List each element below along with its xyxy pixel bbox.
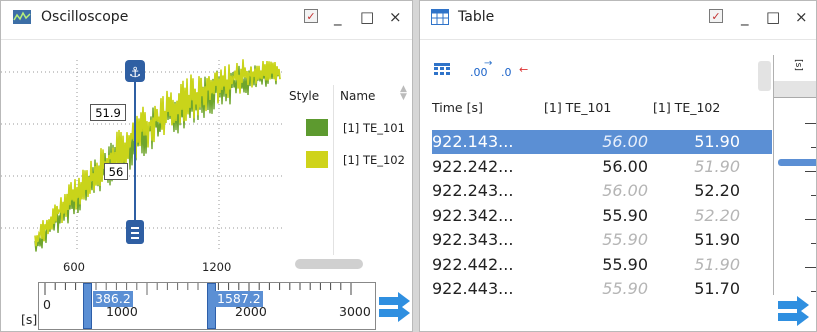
table-row[interactable]: 922.343... 55.90 51.90 <box>432 228 772 252</box>
x-tick-1200: 1200 <box>202 260 232 274</box>
cell-te102: 52.20 <box>694 181 740 200</box>
col-header-te101[interactable]: [1] TE_101 <box>544 100 611 115</box>
cursor-value-te101: 51.9 <box>90 104 126 121</box>
cell-te102: 51.90 <box>694 254 740 274</box>
cell-te101: 56.00 <box>602 132 648 151</box>
gauge-header <box>774 81 816 98</box>
overview-marker-left: 386.2 <box>93 291 133 307</box>
legend-label-te102: [1] TE_102 <box>343 153 405 167</box>
scroll-right-arrows-icon[interactable] <box>378 290 412 324</box>
oscilloscope-plot[interactable]: ⚓ <box>1 40 283 258</box>
table-row[interactable]: 922.242... 56.00 51.90 <box>432 155 772 179</box>
legend-name-header: Name <box>340 89 376 103</box>
svg-text:⚓: ⚓ <box>129 65 142 81</box>
legend-swatch-te102 <box>306 151 328 168</box>
close-button[interactable]: × <box>389 7 402 27</box>
x-tick-600: 600 <box>63 260 85 274</box>
cell-time: 922.443... <box>432 279 514 298</box>
overview-unit: [s] <box>21 312 38 327</box>
table-scroll-arrows-icon[interactable] <box>777 294 811 328</box>
cell-te101: 55.90 <box>602 279 648 298</box>
oscilloscope-icon <box>13 10 31 24</box>
signal-trace <box>34 59 281 252</box>
table-row[interactable]: 922.443... 55.90 51.70 <box>432 277 772 301</box>
table-row[interactable]: 922.342... 55.90 52.20 <box>432 204 772 228</box>
legend-swatch-te101 <box>306 119 328 136</box>
increase-decimals-arrow-icon: → <box>484 58 493 69</box>
cursor-value-te102: 56 <box>104 163 128 180</box>
legend-divider <box>333 85 334 255</box>
gauge-unit: [s] <box>792 59 803 71</box>
cell-te101: 55.90 <box>602 230 648 249</box>
table-maximize-button[interactable]: □ <box>766 7 780 27</box>
legend-style-header: Style <box>289 89 320 103</box>
time-gauge[interactable]: [s] <box>773 55 816 295</box>
table-titlebar: Table ✓ _ □ × <box>420 1 816 40</box>
oscilloscope-panel: Oscilloscope ✓ _ □ × ⚓ 51.9 56 Style Nam… <box>0 0 413 332</box>
cell-te102: 51.90 <box>694 230 740 249</box>
table-title: Table <box>458 9 495 25</box>
oscilloscope-titlebar: Oscilloscope ✓ _ □ × <box>1 1 412 40</box>
table-close-button[interactable]: × <box>795 7 808 27</box>
maximize-button[interactable]: □ <box>360 7 374 27</box>
table-row[interactable]: 922.143... 56.00 51.90 <box>432 130 772 154</box>
cell-te102: 51.70 <box>694 279 740 298</box>
overview-start-label: 0 <box>43 297 51 312</box>
table-row[interactable]: 922.442... 55.90 51.90 <box>432 253 772 277</box>
table-minimize-button[interactable]: _ <box>741 7 749 27</box>
table-body: 922.143... 56.00 51.90 922.242... 56.00 51.90… <box>432 130 772 302</box>
table-panel: Table ✓ _ □ × .00 .0 ← → Time [s] [1] TE… <box>419 0 817 332</box>
cell-te101: 56.00 <box>602 181 648 200</box>
table-icon <box>431 9 449 25</box>
cell-time: 922.343... <box>432 230 514 249</box>
decrease-decimals-arrow-icon: ← <box>519 63 529 76</box>
overview-handle-left[interactable] <box>83 283 92 329</box>
cell-te102: 52.20 <box>694 205 740 225</box>
cursor-value-te101-text: 51.9 <box>95 106 121 120</box>
overview-marker-right: 1587.2 <box>215 291 263 307</box>
cell-te101: 55.90 <box>602 205 648 225</box>
minimize-button[interactable]: _ <box>334 7 342 27</box>
gauge-resize-grip[interactable] <box>758 61 771 91</box>
cell-time: 922.342... <box>432 205 514 225</box>
anchor-icon[interactable]: ⚓ <box>125 60 145 82</box>
cell-time: 922.143... <box>432 132 514 151</box>
column-grid-icon[interactable] <box>434 63 450 77</box>
overview-end-label: 3000 <box>339 304 371 319</box>
cell-time: 922.243... <box>432 181 514 200</box>
legend-scrollbar[interactable] <box>295 259 363 269</box>
cell-te101: 55.90 <box>602 254 648 274</box>
cell-te102: 51.90 <box>694 156 740 176</box>
col-header-time[interactable]: Time [s] <box>432 100 483 115</box>
cell-time: 922.242... <box>432 156 514 176</box>
table-row[interactable]: 922.243... 56.00 52.20 <box>432 179 772 203</box>
sync-checkbox-icon[interactable]: ✓ <box>304 9 318 23</box>
decrease-decimals-button[interactable]: .0 <box>501 66 512 79</box>
gauge-cursor[interactable] <box>778 159 816 166</box>
cursor-value-te102-text: 56 <box>108 165 124 179</box>
cell-time: 922.442... <box>432 254 514 274</box>
cell-te102: 51.90 <box>694 132 740 151</box>
table-sync-checkbox-icon[interactable]: ✓ <box>709 9 723 23</box>
cursor-handle-icon[interactable] <box>126 220 144 244</box>
cell-te101: 56.00 <box>602 156 648 176</box>
time-overview[interactable]: 0 1000 2000 3000 386.2 1587.2 <box>38 282 376 330</box>
col-header-te102[interactable]: [1] TE_102 <box>653 100 720 115</box>
oscilloscope-title: Oscilloscope <box>41 9 129 25</box>
legend-sort-icon[interactable]: ▲ ▼ <box>400 85 407 102</box>
legend-label-te101: [1] TE_101 <box>343 121 405 135</box>
